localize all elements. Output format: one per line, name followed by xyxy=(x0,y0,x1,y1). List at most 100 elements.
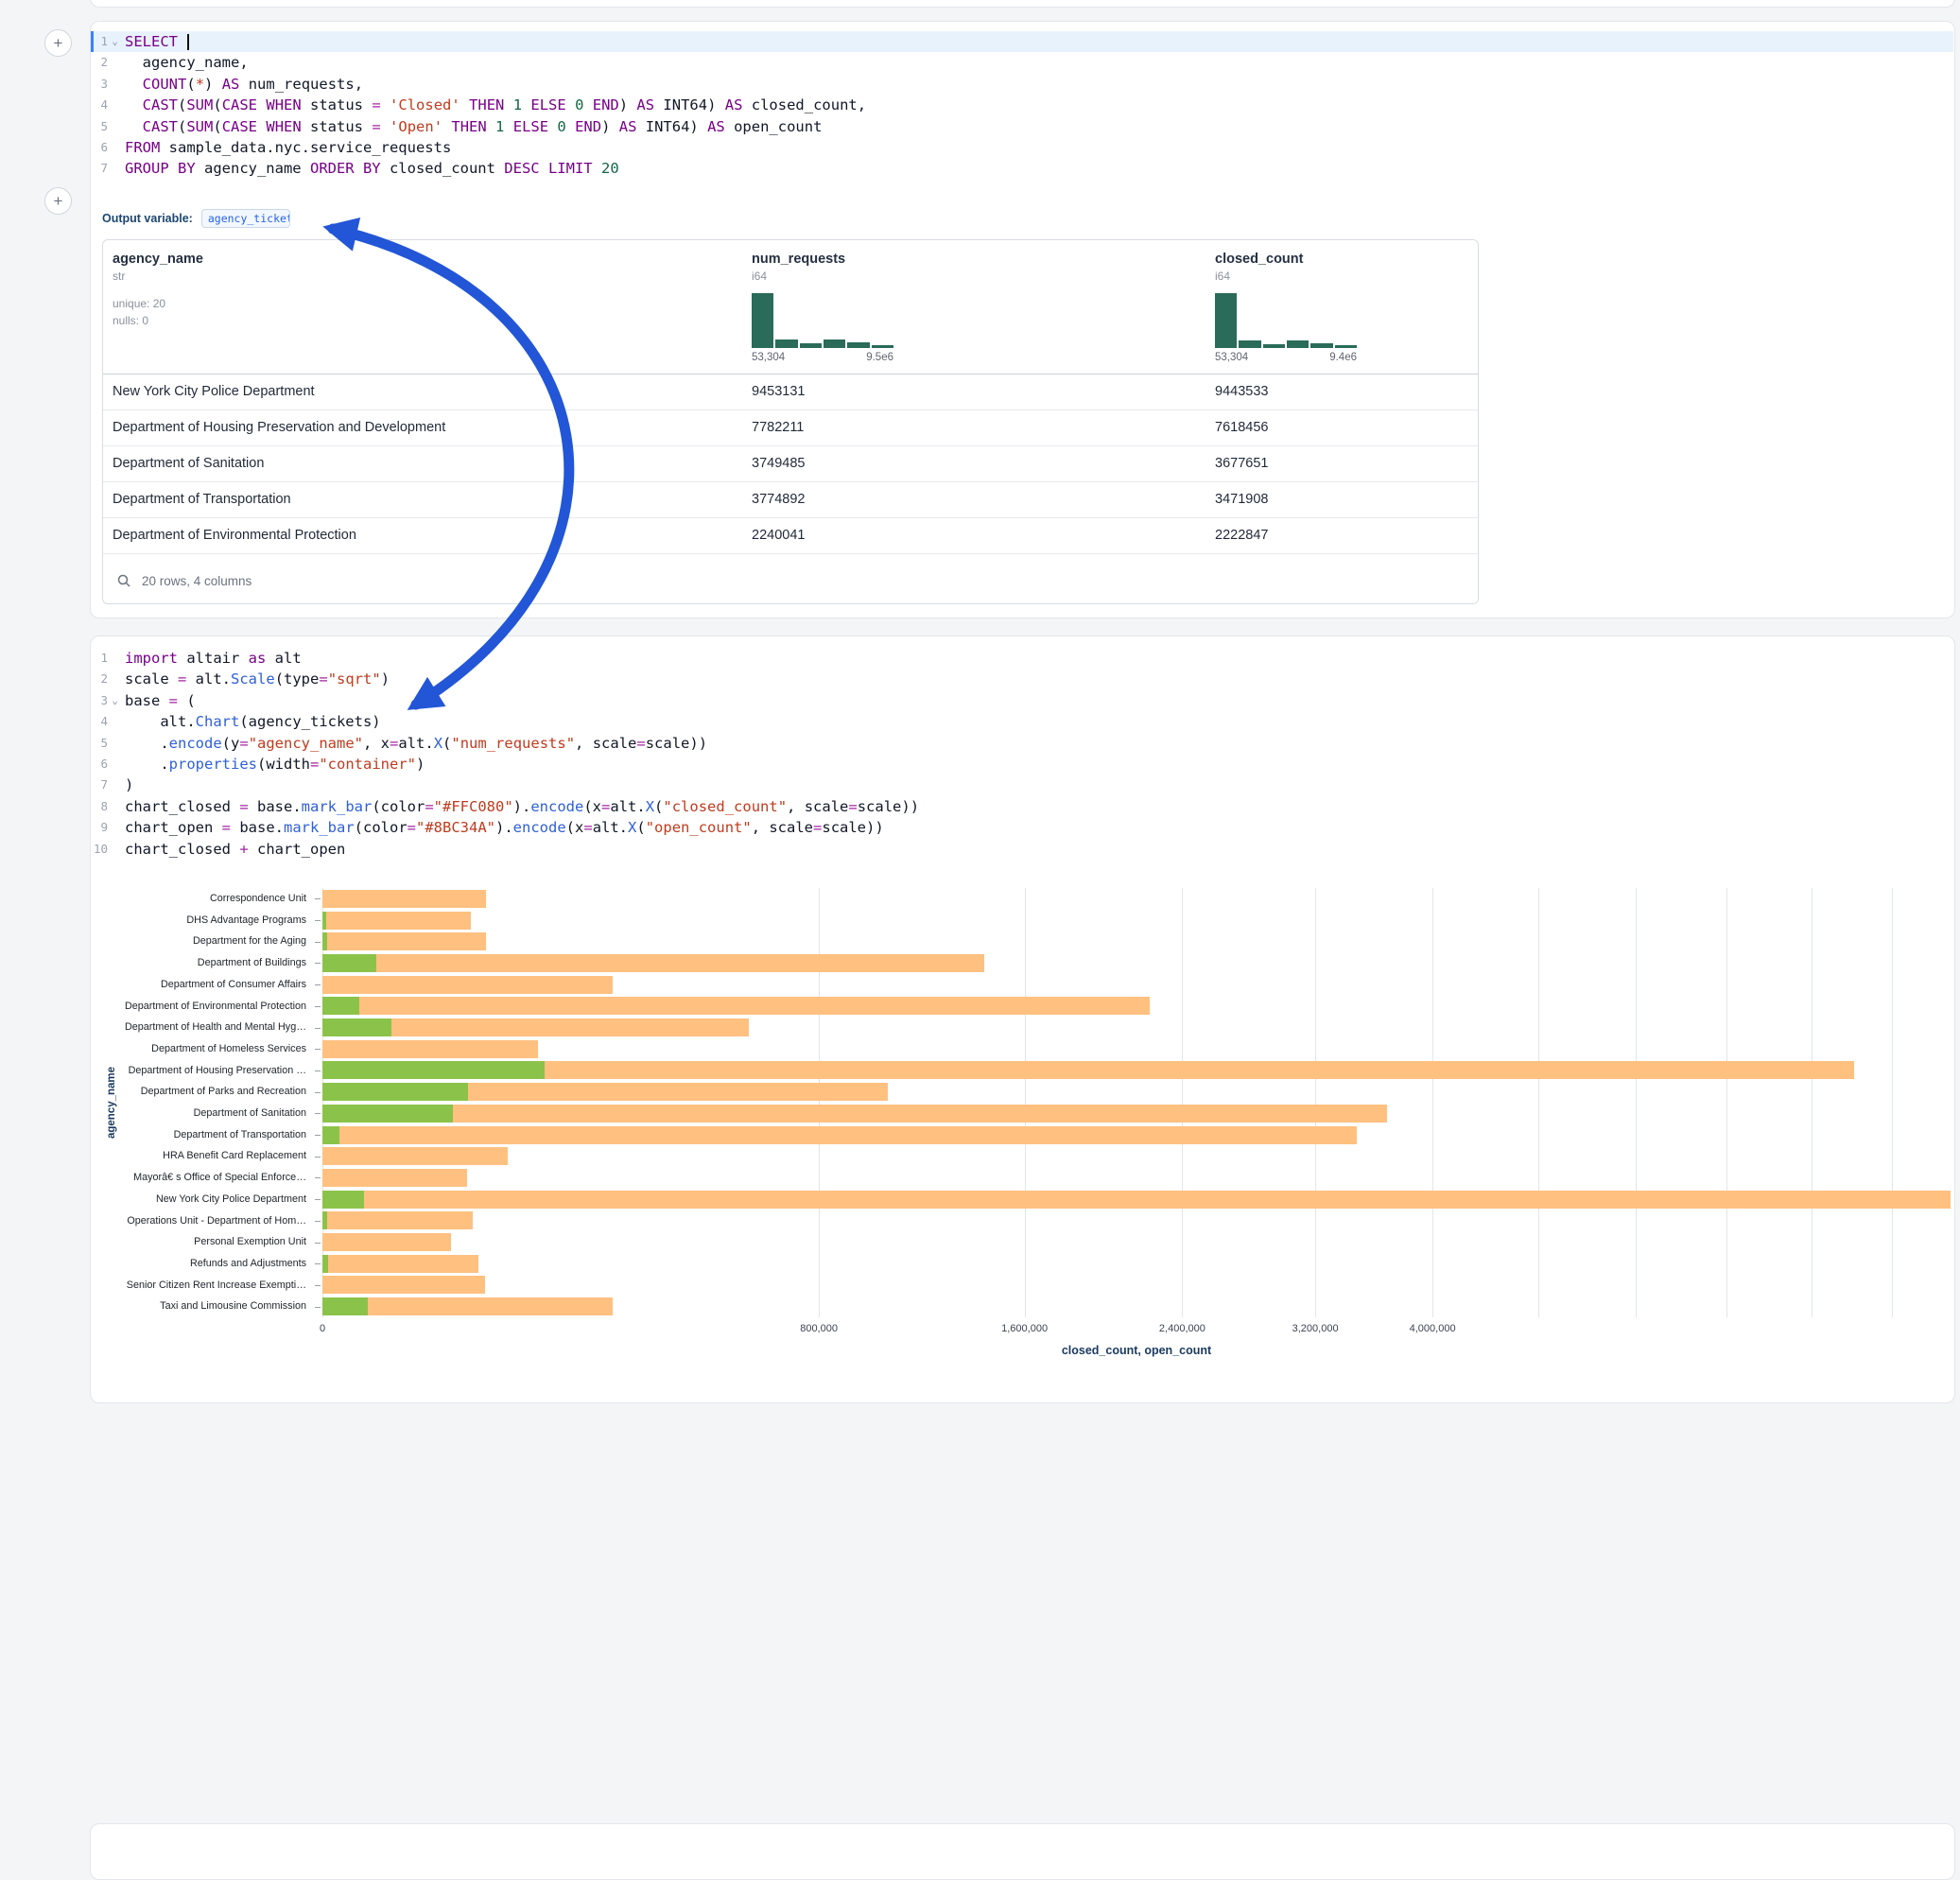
bar-open_count xyxy=(322,1191,364,1209)
line-number: 2 xyxy=(91,52,108,73)
column-header-num_requests[interactable]: num_requestsi6453,3049.5e6 xyxy=(742,240,1205,374)
y-axis-label: Department of Consumer Affairs xyxy=(91,974,312,996)
line-number: 3 xyxy=(91,74,108,95)
code-line[interactable]: 2scale = alt.Scale(type="sqrt") xyxy=(91,669,1953,689)
code-text: CAST(SUM(CASE WHEN status = 'Closed' THE… xyxy=(125,95,866,115)
code-line[interactable]: 7) xyxy=(91,775,1953,795)
code-line[interactable]: 3⌄base = ( xyxy=(91,690,1953,711)
output-variable-row: Output variable: agency_tickets xyxy=(102,207,290,230)
text-cursor xyxy=(187,34,189,50)
sql-code-editor[interactable]: 1⌄SELECT 2 agency_name,3 COUNT(*) AS num… xyxy=(91,31,1953,180)
bar-closed_count xyxy=(322,1126,1357,1144)
table-row: Department of Transportation377489234719… xyxy=(103,482,1478,518)
table-cell: Department of Environmental Protection xyxy=(103,518,742,553)
code-text: agency_name, xyxy=(125,52,249,73)
gridline xyxy=(1182,888,1183,1317)
bar-closed_count xyxy=(322,890,486,908)
code-line[interactable]: 6 .properties(width="container") xyxy=(91,754,1953,775)
histogram-bar xyxy=(1335,345,1357,348)
table-cell: 2240041 xyxy=(742,518,1205,553)
table-row: Department of Housing Preservation and D… xyxy=(103,410,1478,446)
code-text: .properties(width="container") xyxy=(125,754,425,775)
bar-open_count xyxy=(322,932,327,950)
y-tick xyxy=(315,1285,321,1286)
gridline xyxy=(1315,888,1316,1317)
table-body: New York City Police Department945313194… xyxy=(103,374,1478,554)
line-number: 8 xyxy=(91,796,108,817)
y-axis-label: Department of Parks and Recreation xyxy=(91,1081,312,1103)
chart-output: agency_name closed_count, open_count Cor… xyxy=(91,888,1954,1399)
line-number: 2 xyxy=(91,669,108,689)
code-text: base = ( xyxy=(125,690,196,711)
code-line[interactable]: 9 chart_open = base.mark_bar(color="#8BC3… xyxy=(91,817,1953,838)
code-line[interactable]: 10chart_closed + chart_open xyxy=(91,839,1953,860)
bar-closed_count xyxy=(322,932,486,950)
line-number: 6 xyxy=(91,137,108,158)
code-text: chart_open = base.mark_bar(color="#8BC34… xyxy=(125,817,884,838)
next-cell-edge xyxy=(90,1823,1955,1880)
histogram-bar xyxy=(872,345,893,348)
bar-closed_count xyxy=(322,1147,508,1165)
table-header: agency_namestrunique: 20nulls: 0num_requ… xyxy=(103,240,1478,374)
column-type: str xyxy=(113,270,742,283)
y-tick xyxy=(315,898,321,899)
y-axis-label: Mayorâ€ s Office of Special Enforce… xyxy=(91,1167,312,1189)
add-cell-button[interactable]: + xyxy=(44,187,72,215)
table-cell: Department of Housing Preservation and D… xyxy=(103,410,742,445)
histogram-range: 53,3049.4e6 xyxy=(1215,352,1357,363)
bar-open_count xyxy=(322,1018,391,1036)
y-axis-label: Operations Unit - Department of Hom… xyxy=(91,1210,312,1232)
y-tick xyxy=(315,1135,321,1136)
code-line[interactable]: 6FROM sample_data.nyc.service_requests xyxy=(91,137,1953,158)
code-line[interactable]: 1⌄SELECT xyxy=(91,31,1953,52)
code-line[interactable]: 1import altair as alt xyxy=(91,648,1953,669)
column-header-closed_count[interactable]: closed_counti6453,3049.4e6 xyxy=(1205,240,1478,374)
x-axis-tick-label: 2,400,000 xyxy=(1135,1323,1229,1334)
code-text: alt.Chart(agency_tickets) xyxy=(125,711,381,732)
code-line[interactable]: 4 alt.Chart(agency_tickets) xyxy=(91,711,1953,732)
column-name: agency_name xyxy=(113,252,742,267)
bar-open_count xyxy=(322,954,376,972)
y-axis-label: Personal Exemption Unit xyxy=(91,1231,312,1253)
code-text: CAST(SUM(CASE WHEN status = 'Open' THEN … xyxy=(125,116,822,137)
code-line[interactable]: 7GROUP BY agency_name ORDER BY closed_co… xyxy=(91,158,1953,179)
table-cell: Department of Transportation xyxy=(103,482,742,517)
line-number: 3 xyxy=(91,690,108,711)
x-axis-tick-label: 3,200,000 xyxy=(1268,1323,1362,1334)
y-tick xyxy=(315,984,321,985)
add-cell-button[interactable]: + xyxy=(44,29,72,57)
bar-open_count xyxy=(322,1211,327,1229)
code-line[interactable]: 2 agency_name, xyxy=(91,52,1953,73)
code-line[interactable]: 5 CAST(SUM(CASE WHEN status = 'Open' THE… xyxy=(91,116,1953,137)
code-line[interactable]: 5 .encode(y="agency_name", x=alt.X("num_… xyxy=(91,733,1953,754)
output-variable-chip[interactable]: agency_tickets xyxy=(201,209,290,228)
bar-open_count xyxy=(322,1297,368,1315)
gridline xyxy=(1812,888,1813,1317)
code-line[interactable]: 8chart_closed = base.mark_bar(color="#FF… xyxy=(91,796,1953,817)
search-icon[interactable] xyxy=(116,573,131,588)
histogram-bar xyxy=(1215,293,1237,348)
code-line[interactable]: 4 CAST(SUM(CASE WHEN status = 'Closed' T… xyxy=(91,95,1953,115)
gridline xyxy=(1538,888,1539,1317)
python-code-editor[interactable]: 1import altair as alt2scale = alt.Scale(… xyxy=(91,648,1953,860)
code-line[interactable]: 3 COUNT(*) AS num_requests, xyxy=(91,74,1953,95)
histogram-bar xyxy=(1287,340,1309,348)
bar-closed_count xyxy=(322,1211,473,1229)
x-axis-title: closed_count, open_count xyxy=(322,1344,1951,1357)
y-axis-label: Department of Housing Preservation … xyxy=(91,1060,312,1082)
bar-open_count xyxy=(322,997,359,1015)
column-header-agency_name[interactable]: agency_namestrunique: 20nulls: 0 xyxy=(103,240,742,374)
y-tick xyxy=(315,1157,321,1158)
python-cell: 1import altair as alt2scale = alt.Scale(… xyxy=(90,635,1955,1403)
bar-closed_count xyxy=(322,1191,1951,1209)
line-number: 9 xyxy=(91,817,108,838)
histogram-bar xyxy=(1310,343,1332,348)
y-tick xyxy=(315,1307,321,1308)
bar-closed_count xyxy=(322,1061,1854,1079)
x-axis-tick-label: 4,000,000 xyxy=(1385,1323,1480,1334)
fold-chevron-icon[interactable]: ⌄ xyxy=(108,690,122,711)
table-cell: 3774892 xyxy=(742,482,1205,517)
x-axis-tick-label: 0 xyxy=(275,1323,370,1334)
fold-chevron-icon[interactable]: ⌄ xyxy=(108,31,122,52)
histogram-range: 53,3049.5e6 xyxy=(752,352,893,363)
